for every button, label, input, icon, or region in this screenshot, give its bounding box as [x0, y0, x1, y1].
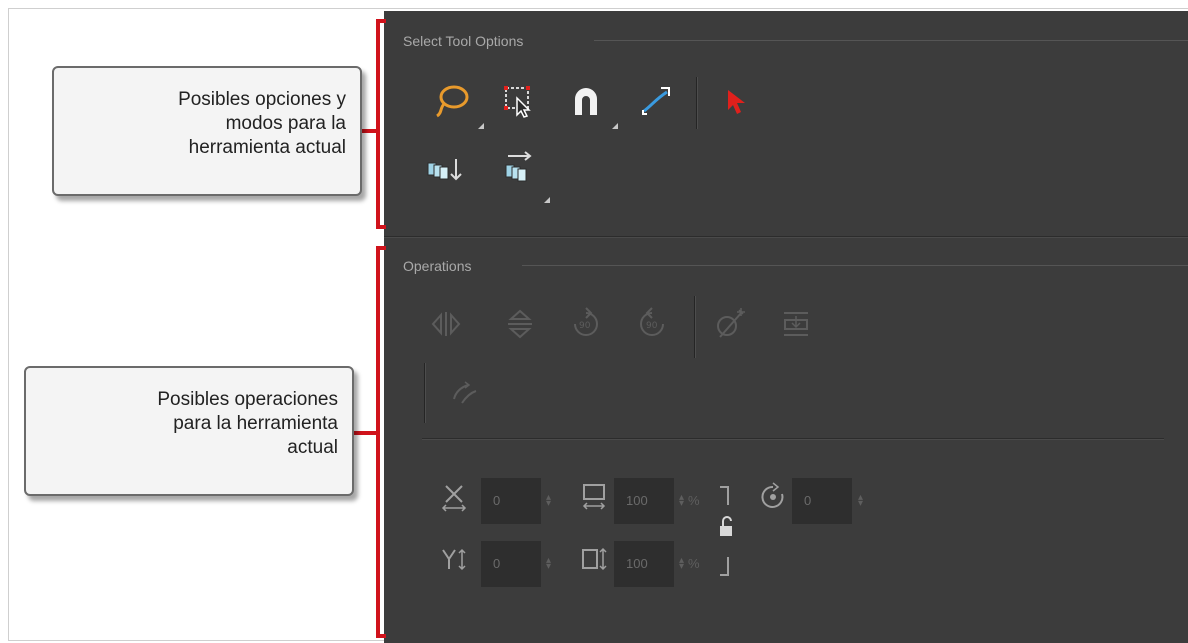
- height-icon: [580, 541, 608, 577]
- tool-options-bracket: [376, 19, 380, 229]
- marquee-select-icon[interactable]: [498, 81, 538, 121]
- width-spinner[interactable]: ▴ ▾: [679, 493, 684, 509]
- lock-ratio-icon[interactable]: [714, 483, 738, 579]
- y-position-spinner[interactable]: ▴ ▾: [546, 556, 551, 572]
- callout-line: Posibles operaciones: [157, 389, 338, 410]
- rotate-90-cw-icon[interactable]: 90: [566, 304, 606, 344]
- select-tool-options-title: Select Tool Options: [403, 33, 524, 49]
- operations-bracket: [376, 246, 380, 638]
- callout-line: modos para la: [225, 113, 346, 134]
- section-divider: [594, 40, 1188, 41]
- angle-spinner[interactable]: ▴ ▾: [858, 493, 863, 509]
- width-percent-label: %: [688, 493, 700, 508]
- smooth-icon[interactable]: [710, 304, 750, 344]
- toolbar-separator: [696, 77, 698, 129]
- y-position-icon: [440, 541, 468, 577]
- svg-text:90: 90: [579, 321, 591, 331]
- width-field[interactable]: 100: [614, 478, 674, 524]
- angle-field[interactable]: 0: [792, 478, 852, 524]
- tool-properties-panel: Select Tool Options Operations 90 90 0 ▴…: [384, 11, 1188, 643]
- height-percent-label: %: [688, 556, 700, 571]
- section-divider: [522, 265, 1188, 266]
- callout-line: herramienta actual: [188, 137, 346, 158]
- tool-options-bracket-top: [376, 19, 386, 23]
- flip-vertical-icon[interactable]: [500, 304, 540, 344]
- callout-line: actual: [287, 437, 338, 458]
- create-empty-drawing-icon[interactable]: [444, 371, 484, 411]
- x-position-spinner[interactable]: ▴ ▾: [546, 493, 551, 509]
- x-position-field[interactable]: 0: [481, 478, 541, 524]
- operations-bracket-bottom: [376, 634, 386, 638]
- operations-bracket-top: [376, 246, 386, 250]
- tool-options-bracket-bottom: [376, 225, 386, 229]
- section-separator: [384, 236, 1188, 238]
- apply-to-all-frames-icon[interactable]: [424, 149, 464, 189]
- tool-options-bracket-connector: [362, 129, 378, 133]
- x-position-icon: [440, 479, 468, 515]
- y-position-field[interactable]: 0: [481, 541, 541, 587]
- tool-options-callout: Posibles opciones y modos para la herram…: [52, 66, 362, 196]
- callout-line: Posibles opciones y: [178, 89, 346, 110]
- operations-divider: [422, 438, 1164, 440]
- operations-title: Operations: [403, 258, 472, 274]
- permanent-selection-submenu-indicator: [544, 197, 550, 203]
- operations-bracket-connector: [354, 431, 378, 435]
- lasso-icon[interactable]: [432, 81, 472, 121]
- flip-horizontal-icon[interactable]: [426, 304, 466, 344]
- magnet-submenu-indicator: [612, 123, 618, 129]
- select-arrow-icon[interactable]: [716, 81, 756, 121]
- width-icon: [580, 479, 608, 515]
- height-spinner[interactable]: ▴ ▾: [679, 556, 684, 572]
- operations-callout: Posibles operaciones para la herramienta…: [24, 366, 354, 496]
- rotate-90-ccw-icon[interactable]: 90: [632, 304, 672, 344]
- permanent-selection-icon[interactable]: [500, 149, 540, 189]
- height-field[interactable]: 100: [614, 541, 674, 587]
- lasso-submenu-indicator: [478, 123, 484, 129]
- angle-icon: [756, 479, 790, 515]
- callout-line: para la herramienta: [173, 413, 338, 434]
- toolbar-separator: [424, 363, 426, 423]
- toolbar-separator: [694, 296, 696, 358]
- snap-magnet-icon[interactable]: [566, 81, 606, 121]
- bend-edge-icon[interactable]: [636, 81, 676, 121]
- svg-text:90: 90: [646, 321, 658, 331]
- flatten-icon[interactable]: [776, 304, 816, 344]
